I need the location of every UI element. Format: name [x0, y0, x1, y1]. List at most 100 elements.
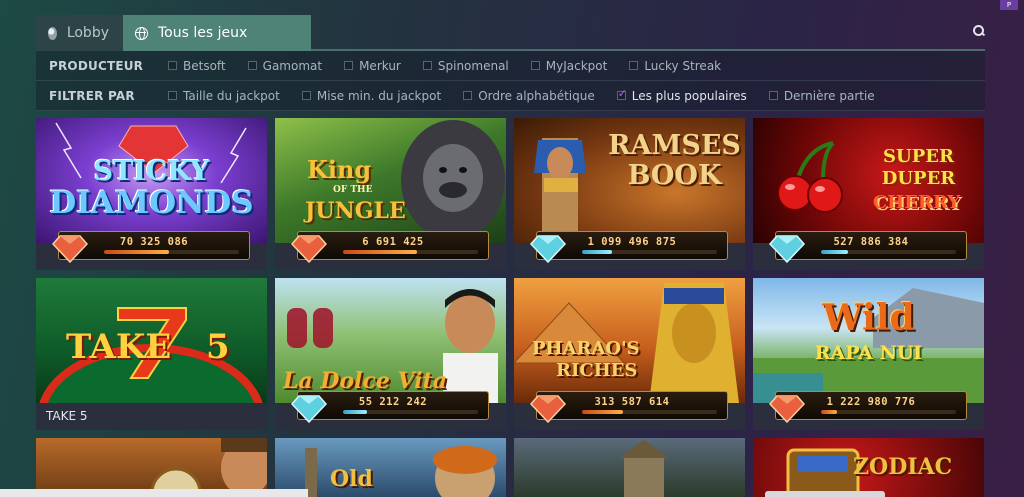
producer-betsoft[interactable]: Betsoft [168, 59, 226, 73]
sort-jackpot-size[interactable]: Taille du jackpot [168, 89, 280, 103]
game-card-wild-rapa-nui[interactable]: Wild RAPA NUI 1 222 980 776 [753, 278, 984, 430]
jackpot-progress-fill [343, 410, 368, 414]
diamond-blue-icon [530, 235, 566, 263]
sort-last-played[interactable]: Dernière partie [768, 88, 875, 103]
game-card-pharaos-riches[interactable]: PHARAO'S RICHES 313 587 614 [514, 278, 745, 430]
option-label: MyJackpot [545, 58, 608, 73]
checkbox[interactable] [301, 91, 311, 100]
game-card-partial-4[interactable]: ZODIAC [753, 438, 984, 497]
art-title-line1: TAKE [66, 327, 172, 367]
checkbox[interactable] [629, 61, 639, 70]
sort-min-bet[interactable]: Mise min. du jackpot [301, 88, 442, 103]
art-title-line2: OF THE [333, 185, 373, 195]
sort-most-popular[interactable]: Les plus populaires [616, 87, 747, 103]
art-title-line3: JUNGLE [305, 198, 406, 224]
search-icon[interactable] [973, 25, 985, 37]
lobby-icon [48, 26, 57, 40]
tab-all-games-label: Tous les jeux [158, 25, 248, 41]
tab-all-games[interactable]: Tous les jeux [123, 15, 311, 51]
game-artwork: PHARAO'S RICHES [514, 278, 745, 403]
bottom-highlight [765, 491, 885, 497]
game-card-sticky-diamonds[interactable]: STICKY DIAMONDS 70 325 086 [36, 118, 267, 270]
status-bar [0, 489, 308, 497]
game-card-partial-2[interactable]: Old [275, 438, 506, 497]
jackpot-progress [104, 250, 239, 254]
checkbox[interactable] [768, 91, 778, 100]
jackpot-progress-fill [821, 410, 838, 414]
checkbox[interactable] [168, 91, 177, 100]
jackpot-progress-fill [582, 410, 623, 414]
producer-lucky-streak[interactable]: Lucky Streak [629, 59, 721, 73]
art-title-line1: ZODIAC [853, 454, 953, 480]
option-label: Betsoft [183, 58, 226, 73]
producer-spinomenal[interactable]: Spinomenal [422, 58, 509, 73]
games-panel: Lobby Tous les jeux PRODUCTEUR Betsoft G… [36, 15, 985, 111]
option-label: Taille du jackpot [183, 88, 280, 103]
art-title-line1: STICKY [93, 156, 210, 187]
game-card-la-dolce-vita[interactable]: La Dolce Vita 55 212 242 [275, 278, 506, 430]
jackpot-progress [582, 250, 717, 254]
diamond-blue-icon [769, 235, 805, 263]
sort-alphabetical[interactable]: Ordre alphabétique [463, 89, 595, 103]
option-label: Lucky Streak [644, 58, 722, 73]
art-title-line1: SUPER [883, 146, 954, 167]
checkbox[interactable] [344, 61, 354, 70]
game-artwork: TAKE 5 [36, 278, 267, 403]
option-label: Mise min. du jackpot [316, 88, 442, 103]
producer-myjackpot[interactable]: MyJackpot [530, 58, 608, 73]
producer-gamomat[interactable]: Gamomat [247, 58, 323, 73]
jackpot-progress [582, 410, 717, 414]
art-title-line2: RAPA NUI [814, 342, 923, 364]
game-card-ramses-book[interactable]: RAMSES BOOK 1 099 496 875 [514, 118, 745, 270]
option-label: Spinomenal [437, 58, 509, 73]
tab-bar-spacer [311, 15, 985, 49]
game-card-king-of-the-jungle[interactable]: King OF THE JUNGLE 6 691 425 [275, 118, 506, 270]
game-artwork: ZODIAC [753, 438, 984, 497]
checkbox[interactable] [168, 61, 177, 70]
jackpot-progress-fill [104, 250, 169, 254]
art-title-line3: CHERRY [872, 192, 961, 213]
producer-merkur[interactable]: Merkur [344, 59, 401, 73]
game-artwork: Old [275, 438, 506, 497]
checkbox-checked[interactable] [616, 87, 627, 100]
art-title-line2: 5 [206, 327, 230, 367]
game-grid: STICKY DIAMONDS 70 325 086 King OF THE J… [36, 118, 985, 497]
art-title-line1: RAMSES [608, 130, 741, 161]
game-card-partial-3[interactable] [514, 438, 745, 497]
checkbox[interactable] [530, 61, 540, 70]
jackpot-progress-fill [343, 250, 418, 254]
art-title-line1: Wild [822, 297, 915, 339]
globe-icon [135, 26, 148, 40]
checkbox[interactable] [247, 61, 257, 70]
option-label: Gamomat [262, 58, 323, 73]
filters: PRODUCTEUR Betsoft Gamomat Merkur Spinom… [36, 51, 985, 111]
game-card-take-5[interactable]: TAKE 5 TAKE 5 [36, 278, 267, 430]
castle-illustration [619, 440, 669, 497]
art-title-line2: RICHES [556, 360, 638, 381]
game-artwork: STICKY DIAMONDS [36, 118, 267, 243]
option-label: Dernière partie [783, 88, 875, 103]
sort-label: FILTRER PAR [49, 88, 135, 103]
art-title-line1: La Dolce Vita [283, 368, 448, 394]
game-name: TAKE 5 [46, 409, 88, 423]
art-title-line2: DIAMONDS [49, 185, 254, 221]
sort-filter-row: FILTRER PAR Taille du jackpot Mise min. … [36, 81, 985, 111]
diamond-blue-icon [291, 395, 327, 423]
option-label: Ordre alphabétique [478, 88, 595, 103]
corner-badge[interactable]: P [1000, 0, 1018, 10]
art-title-line1: Old [330, 466, 373, 492]
producer-label: PRODUCTEUR [49, 58, 144, 73]
checkbox[interactable] [463, 91, 473, 100]
checkbox[interactable] [422, 61, 432, 70]
jackpot-progress-fill [821, 250, 848, 254]
game-card-super-duper-cherry[interactable]: SUPER DUPER CHERRY 527 886 384 [753, 118, 984, 270]
art-title-line2: BOOK [627, 160, 722, 191]
game-artwork: Wild RAPA NUI [753, 278, 984, 403]
art-title-line2: DUPER [881, 168, 956, 189]
diamond-red-icon [291, 235, 327, 263]
tab-lobby[interactable]: Lobby [36, 15, 123, 51]
jackpot-progress [343, 250, 478, 254]
producer-filter-row: PRODUCTEUR Betsoft Gamomat Merkur Spinom… [36, 51, 985, 81]
game-artwork [514, 438, 745, 497]
diamond-red-icon [52, 235, 88, 263]
